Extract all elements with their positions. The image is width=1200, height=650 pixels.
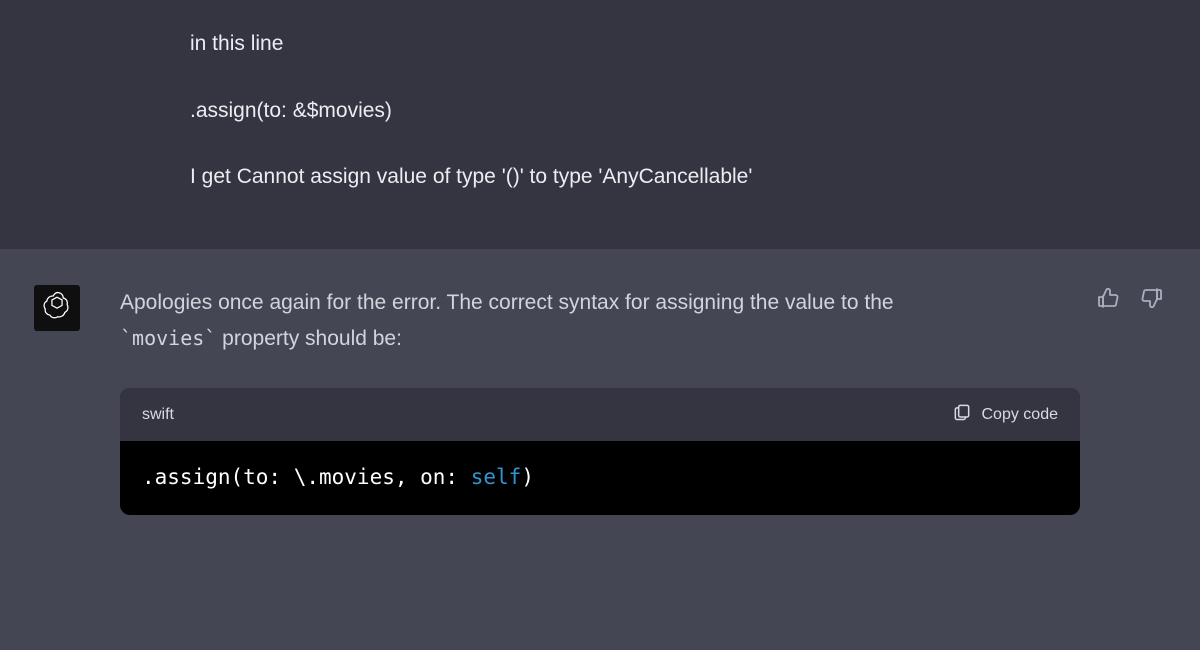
copy-code-button[interactable]: Copy code (952, 402, 1059, 427)
code-block-body[interactable]: .assign(to: \.movies, on: self) (120, 441, 1080, 515)
code-block: swift Copy code .assign(to: \.movies, on… (120, 388, 1080, 515)
code-keyword-self: self (471, 465, 522, 489)
user-line-3: I get Cannot assign value of type '()' t… (190, 161, 1010, 194)
thumbs-up-button[interactable] (1094, 287, 1122, 315)
feedback-buttons (1094, 287, 1166, 315)
copy-code-label: Copy code (982, 406, 1059, 424)
user-line-2: .assign(to: &$movies) (190, 95, 1010, 128)
user-message: in this line .assign(to: &$movies) I get… (0, 0, 1200, 248)
assistant-message: Apologies once again for the error. The … (0, 248, 1200, 546)
code-text-plain: .assign(to: \.movies, on: (142, 465, 471, 489)
inline-code: `movies` (120, 326, 216, 350)
openai-logo-icon (41, 289, 73, 326)
code-block-header: swift Copy code (120, 388, 1080, 441)
assistant-avatar (34, 285, 80, 331)
code-text-tail: ) (521, 465, 534, 489)
user-line-1: in this line (190, 28, 1010, 61)
thumbs-up-icon (1096, 286, 1120, 315)
thumbs-down-button[interactable] (1138, 287, 1166, 315)
assistant-text-before: Apologies once again for the error. The … (120, 291, 894, 314)
code-language-label: swift (142, 406, 174, 424)
clipboard-icon (952, 402, 972, 427)
assistant-message-text: Apologies once again for the error. The … (120, 285, 1080, 359)
assistant-text-after: property should be: (216, 327, 402, 350)
thumbs-down-icon (1140, 286, 1164, 315)
user-message-text: in this line .assign(to: &$movies) I get… (190, 28, 1010, 194)
